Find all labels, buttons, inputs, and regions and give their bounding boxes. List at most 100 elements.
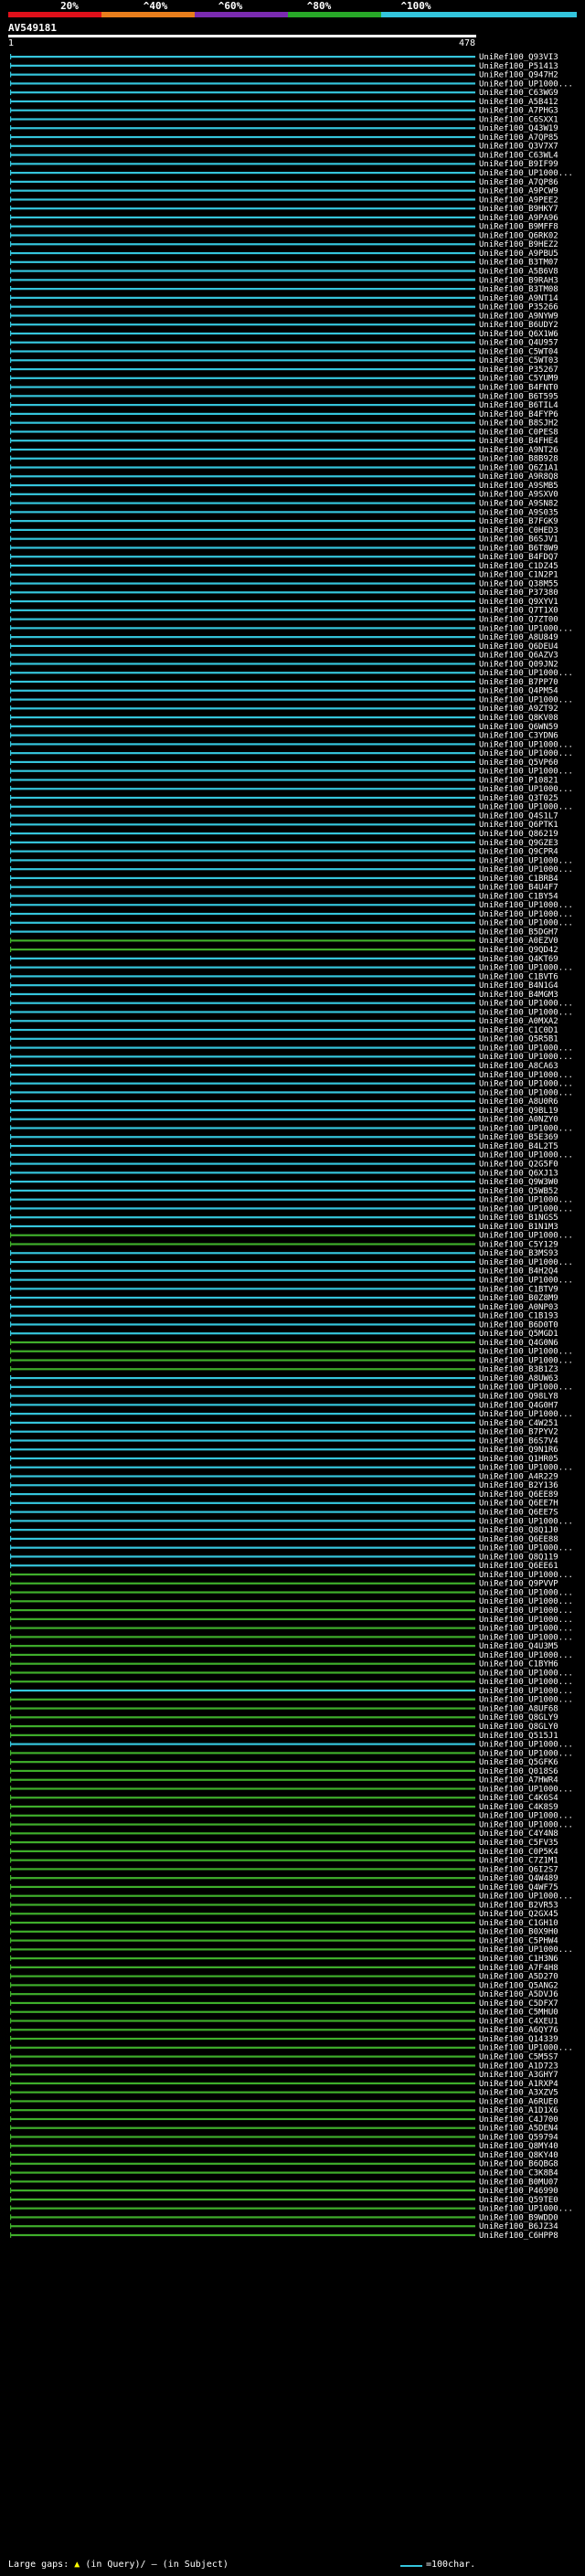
hit-label[interactable]: UniRef100_UP1000... bbox=[479, 80, 573, 89]
hit-bar[interactable] bbox=[10, 2136, 475, 2138]
hit-label[interactable]: UniRef100_Q2G5F0 bbox=[479, 1160, 558, 1169]
hit-bar[interactable] bbox=[10, 1564, 475, 1567]
hit-label[interactable]: UniRef100_B6UDY2 bbox=[479, 321, 558, 330]
hit-label[interactable]: UniRef100_UP1000... bbox=[479, 1625, 573, 1634]
hit-label[interactable]: UniRef100_Q8KV08 bbox=[479, 714, 558, 723]
hit-bar[interactable] bbox=[10, 1894, 475, 1897]
hit-label[interactable]: UniRef100_Q38M55 bbox=[479, 579, 558, 588]
hit-label[interactable]: UniRef100_UP1000... bbox=[479, 1669, 573, 1678]
hit-bar[interactable] bbox=[10, 2180, 475, 2183]
hit-bar[interactable] bbox=[10, 627, 475, 630]
hit-bar[interactable] bbox=[10, 2100, 475, 2103]
hit-bar[interactable] bbox=[10, 1761, 475, 1764]
hit-bar[interactable] bbox=[10, 1617, 475, 1620]
hit-label[interactable]: UniRef100_UP1000... bbox=[479, 1383, 573, 1393]
hit-bar[interactable] bbox=[10, 1457, 475, 1460]
hit-label[interactable]: UniRef100_UP1000... bbox=[479, 1124, 573, 1133]
hit-label[interactable]: UniRef100_Q515J1 bbox=[479, 1732, 558, 1741]
hit-bar[interactable] bbox=[10, 1118, 475, 1120]
hit-label[interactable]: UniRef100_Q9CPR4 bbox=[479, 848, 558, 857]
hit-label[interactable]: UniRef100_C7Z1M1 bbox=[479, 1857, 558, 1866]
hit-label[interactable]: UniRef100_UP1000... bbox=[479, 1597, 573, 1606]
hit-bar[interactable] bbox=[10, 1144, 475, 1148]
hit-bar[interactable] bbox=[10, 2126, 475, 2129]
hit-label[interactable]: UniRef100_C1BYH6 bbox=[479, 1660, 558, 1670]
hit-label[interactable]: UniRef100_Q5VP60 bbox=[479, 758, 558, 768]
hit-bar[interactable] bbox=[10, 814, 475, 817]
hit-label[interactable]: UniRef100_Q4G0H7 bbox=[479, 1401, 558, 1410]
hit-bar[interactable] bbox=[10, 1716, 475, 1719]
hit-label[interactable]: UniRef100_Q6PTK1 bbox=[479, 821, 558, 830]
hit-label[interactable]: UniRef100_A7F4H8 bbox=[479, 1964, 558, 1973]
hit-label[interactable]: UniRef100_UP1000... bbox=[479, 1080, 573, 1089]
hit-label[interactable]: UniRef100_Q93VI3 bbox=[479, 53, 558, 62]
hit-label[interactable]: UniRef100_A1D723 bbox=[479, 2062, 558, 2071]
hit-label[interactable]: UniRef100_Q9BL19 bbox=[479, 1107, 558, 1116]
hit-label[interactable]: UniRef100_C4J700 bbox=[479, 2115, 558, 2125]
hit-bar[interactable] bbox=[10, 386, 475, 388]
hit-label[interactable]: UniRef100_UP1000... bbox=[479, 1741, 573, 1750]
hit-bar[interactable] bbox=[10, 430, 475, 433]
hit-bar[interactable] bbox=[10, 1707, 475, 1710]
hit-label[interactable]: UniRef100_UP1000... bbox=[479, 1678, 573, 1687]
hit-label[interactable]: UniRef100_A7QP86 bbox=[479, 178, 558, 187]
hit-bar[interactable] bbox=[10, 1769, 475, 1773]
hit-label[interactable]: UniRef100_C5Y129 bbox=[479, 1240, 558, 1249]
hit-bar[interactable] bbox=[10, 91, 475, 94]
hit-bar[interactable] bbox=[10, 1350, 475, 1352]
hit-label[interactable]: UniRef100_A9SXV0 bbox=[479, 491, 558, 500]
hit-bar[interactable] bbox=[10, 2091, 475, 2094]
hit-label[interactable]: UniRef100_A5DVJ6 bbox=[479, 1990, 558, 1999]
hit-bar[interactable] bbox=[10, 876, 475, 880]
hit-label[interactable]: UniRef100_A3XZV5 bbox=[479, 2089, 558, 2098]
hit-label[interactable]: UniRef100_Q8MY40 bbox=[479, 2142, 558, 2151]
hit-label[interactable]: UniRef100_B4FHE4 bbox=[479, 437, 558, 446]
hit-label[interactable]: UniRef100_Q4WF75 bbox=[479, 1883, 558, 1892]
hit-label[interactable]: UniRef100_Q9PVVP bbox=[479, 1580, 558, 1589]
hit-bar[interactable] bbox=[10, 109, 475, 111]
hit-bar[interactable] bbox=[10, 556, 475, 558]
hit-label[interactable]: UniRef100_Q5R5B1 bbox=[479, 1035, 558, 1044]
hit-label[interactable]: UniRef100_A3GHY7 bbox=[479, 2071, 558, 2080]
hit-bar[interactable] bbox=[10, 1600, 475, 1603]
hit-label[interactable]: UniRef100_A0MXA2 bbox=[479, 1017, 558, 1026]
hit-label[interactable]: UniRef100_A5DEN4 bbox=[479, 2125, 558, 2134]
hit-bar[interactable] bbox=[10, 2073, 475, 2076]
hit-label[interactable]: UniRef100_B6S7V4 bbox=[479, 1436, 558, 1446]
hit-label[interactable]: UniRef100_A9PCW9 bbox=[479, 187, 558, 196]
hit-label[interactable]: UniRef100_B6JZ34 bbox=[479, 2222, 558, 2231]
hit-bar[interactable] bbox=[10, 279, 475, 281]
hit-bar[interactable] bbox=[10, 314, 475, 317]
hit-bar[interactable] bbox=[10, 680, 475, 684]
hit-bar[interactable] bbox=[10, 582, 475, 585]
hit-label[interactable]: UniRef100_A8CA63 bbox=[479, 1062, 558, 1071]
hit-bar[interactable] bbox=[10, 270, 475, 272]
hit-label[interactable]: UniRef100_A8UW63 bbox=[479, 1374, 558, 1383]
hit-bar[interactable] bbox=[10, 957, 475, 959]
hit-bar[interactable] bbox=[10, 1260, 475, 1264]
hit-bar[interactable] bbox=[10, 2198, 475, 2200]
hit-bar[interactable] bbox=[10, 546, 475, 549]
hit-label[interactable]: UniRef100_B4FYP6 bbox=[479, 410, 558, 419]
hit-bar[interactable] bbox=[10, 930, 475, 933]
hit-bar[interactable] bbox=[10, 859, 475, 862]
hit-bar[interactable] bbox=[10, 1814, 475, 1817]
hit-label[interactable]: UniRef100_C5WT04 bbox=[479, 347, 558, 356]
hit-label[interactable]: UniRef100_UP1000... bbox=[479, 1196, 573, 1205]
hit-bar[interactable] bbox=[10, 154, 475, 156]
hit-bar[interactable] bbox=[10, 1020, 475, 1023]
hit-label[interactable]: UniRef100_Q8Q1J0 bbox=[479, 1526, 558, 1535]
hit-bar[interactable] bbox=[10, 2019, 475, 2022]
hit-label[interactable]: UniRef100_UP1000... bbox=[479, 1258, 573, 1267]
hit-label[interactable]: UniRef100_C6HPP8 bbox=[479, 2231, 558, 2241]
hit-bar[interactable] bbox=[10, 118, 475, 121]
hit-label[interactable]: UniRef100_Q5MGD1 bbox=[479, 1330, 558, 1339]
hit-label[interactable]: UniRef100_UP1000... bbox=[479, 1071, 573, 1080]
hit-bar[interactable] bbox=[10, 2216, 475, 2219]
hit-label[interactable]: UniRef100_B6TIL4 bbox=[479, 401, 558, 410]
hit-bar[interactable] bbox=[10, 1805, 475, 1808]
hit-label[interactable]: UniRef100_Q4G0N6 bbox=[479, 1339, 558, 1348]
hit-bar[interactable] bbox=[10, 1868, 475, 1871]
hit-label[interactable]: UniRef100_Q5ANG2 bbox=[479, 1981, 558, 1990]
hit-label[interactable]: UniRef100_UP1000... bbox=[479, 1410, 573, 1419]
